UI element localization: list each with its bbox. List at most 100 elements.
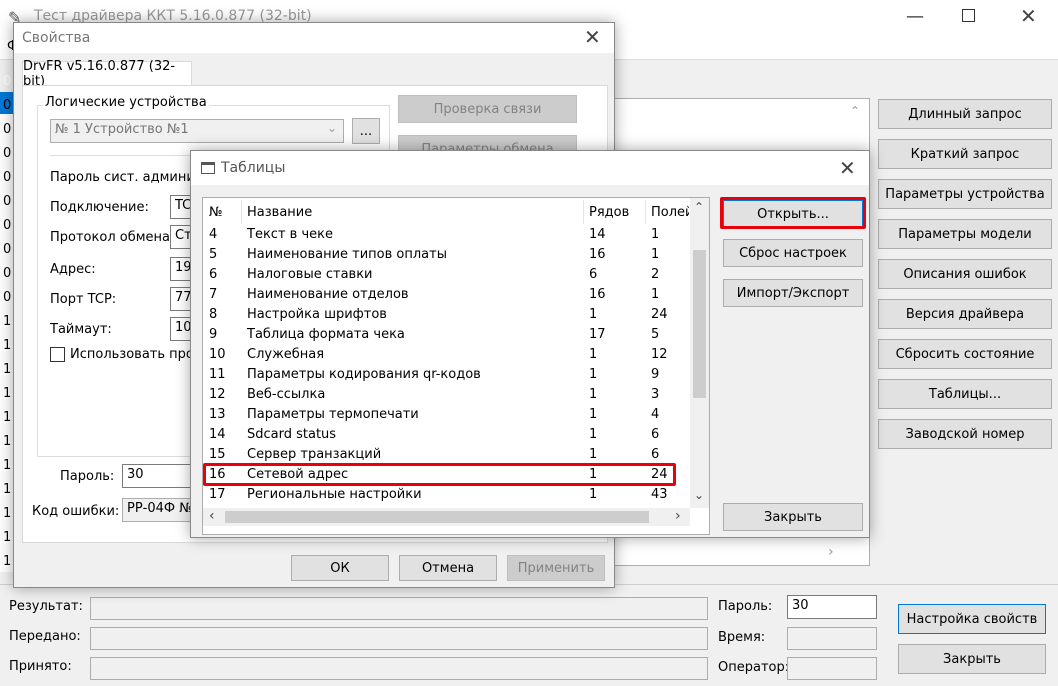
operator-field (787, 657, 877, 680)
tables-hscroll[interactable]: ‹ › (203, 508, 690, 526)
col-header-fields[interactable]: Полей (651, 205, 689, 220)
table-row[interactable]: 11 Параметры кодирования qr-кодов 1 9 (203, 365, 689, 385)
left-list[interactable] (0, 92, 14, 572)
table-row[interactable]: 13 Параметры термопечати 1 4 (203, 405, 689, 425)
left-list-item[interactable]: 0 (3, 146, 11, 161)
short-request-button[interactable]: Краткий запрос (878, 139, 1052, 169)
browse-button[interactable]: ... (352, 118, 380, 144)
left-list-item[interactable]: 0 (3, 194, 11, 209)
table-row[interactable]: 4 Текст в чеке 14 1 (203, 225, 689, 245)
tables-close-button[interactable]: Закрыть (723, 503, 863, 531)
table-row[interactable]: 9 Таблица формата чека 17 5 (203, 325, 689, 345)
left-list-item[interactable]: 1 (3, 458, 11, 473)
left-list-item[interactable]: 0 (3, 170, 11, 185)
row-name: Наименование отделов (247, 287, 409, 302)
row-fields: 6 (651, 447, 660, 462)
left-list-item[interactable]: 1 (3, 386, 11, 401)
scroll-left-icon[interactable]: ‹ (209, 508, 215, 524)
use-proxy-checkbox[interactable] (50, 347, 65, 362)
row-num: 13 (209, 407, 226, 422)
import-export-button[interactable]: Импорт/Экспорт (723, 279, 863, 307)
minimize-icon[interactable]: — (906, 6, 924, 27)
col-header-num[interactable]: № (209, 205, 223, 220)
left-list-item[interactable]: 0 (3, 98, 11, 113)
check-connection-button[interactable]: Проверка связи (398, 95, 577, 123)
left-list-item[interactable]: 0 (3, 290, 11, 305)
device-params-button[interactable]: Параметры устройства (878, 179, 1052, 209)
highlight-row-16 (203, 463, 676, 486)
main-scroll-up-icon[interactable]: ⌃ (850, 104, 860, 118)
table-row[interactable]: 6 Налоговые ставки 6 2 (203, 265, 689, 285)
table-row[interactable]: 14 Sdcard status 1 6 (203, 425, 689, 445)
col-header-name[interactable]: Название (247, 205, 312, 220)
left-list-item[interactable]: 1 (3, 482, 11, 497)
left-list-item[interactable]: 0 (3, 218, 11, 233)
vscroll-thumb[interactable] (693, 250, 706, 398)
password-input[interactable]: 30 (122, 464, 192, 488)
devices-group-label: Логические устройства (43, 95, 209, 110)
cancel-button[interactable]: Отмена (399, 555, 497, 581)
long-request-button[interactable]: Длинный запрос (878, 99, 1052, 129)
tables-title: Таблицы (221, 160, 286, 176)
bottom-password-label: Пароль: (718, 599, 773, 614)
left-list-item[interactable]: 0 (3, 266, 11, 281)
left-list-item[interactable]: 1 (3, 506, 11, 521)
row-rows: 1 (589, 407, 598, 422)
row-rows: 16 (589, 287, 606, 302)
row-fields: 1 (651, 287, 660, 302)
row-num: 9 (209, 327, 218, 342)
row-fields: 12 (651, 347, 668, 362)
left-list-item[interactable]: 1 (3, 434, 11, 449)
left-list-item[interactable]: 1 (3, 410, 11, 425)
left-list-item[interactable]: 0 (3, 74, 11, 89)
left-list-item[interactable]: 1 (3, 314, 11, 329)
serial-number-button[interactable]: Заводской номер (878, 419, 1052, 449)
tables-button[interactable]: Таблицы... (878, 379, 1052, 409)
tables-close-icon[interactable]: ✕ (839, 158, 856, 178)
table-row[interactable]: 17 Региональные настройки 1 43 (203, 485, 689, 505)
error-code-field: РР-04Ф № (122, 498, 192, 522)
reset-state-button[interactable]: Сбросить состояние (878, 339, 1052, 369)
close-icon[interactable]: ✕ (1020, 6, 1037, 26)
left-list-item[interactable]: 1 (3, 530, 11, 545)
table-row[interactable]: 8 Настройка шрифтов 1 24 (203, 305, 689, 325)
scroll-down-icon[interactable]: ⌄ (694, 488, 704, 502)
table-row[interactable]: 5 Наименование типов оплаты 16 1 (203, 245, 689, 265)
apply-button[interactable]: Применить (507, 555, 605, 581)
result-field (90, 597, 708, 620)
row-fields: 2 (651, 267, 660, 282)
table-row[interactable]: 10 Служебная 1 12 (203, 345, 689, 365)
settings-button[interactable]: Настройка свойств (898, 604, 1046, 634)
scroll-right-icon[interactable]: › (675, 508, 681, 524)
ok-button[interactable]: ОК (291, 555, 389, 581)
row-name: Sdcard status (247, 427, 337, 442)
reset-settings-button[interactable]: Сброс настроек (723, 239, 863, 267)
error-descriptions-button[interactable]: Описания ошибок (878, 259, 1052, 289)
table-row[interactable]: 12 Веб-ссылка 1 3 (203, 385, 689, 405)
device-select[interactable]: № 1 Устройство №1 (50, 119, 344, 143)
col-header-rows[interactable]: Рядов (589, 205, 629, 220)
model-params-button[interactable]: Параметры модели (878, 219, 1052, 249)
row-name: Текст в чеке (247, 227, 333, 242)
maximize-icon[interactable] (962, 9, 975, 22)
result-label: Результат: (9, 599, 83, 614)
table-row[interactable]: 7 Наименование отделов 16 1 (203, 285, 689, 305)
error-code-label: Код ошибки: (32, 504, 120, 519)
tables-vscroll[interactable]: ⌃ ⌄ (690, 198, 709, 508)
hscroll-thumb[interactable] (225, 511, 649, 523)
tab-drvfr[interactable]: DrvFR v5.16.0.877 (32-bit) (22, 59, 192, 89)
left-list-item[interactable]: 0 (3, 122, 11, 137)
scroll-up-icon[interactable]: ⌃ (694, 200, 704, 214)
bottom-password-input[interactable]: 30 (787, 595, 877, 619)
left-list-item[interactable]: 1 (3, 338, 11, 353)
left-list-item[interactable]: 1 (3, 362, 11, 377)
main-close-button[interactable]: Закрыть (898, 644, 1046, 674)
row-fields: 43 (651, 487, 668, 502)
driver-version-button[interactable]: Версия драйвера (878, 299, 1052, 329)
properties-close-icon[interactable]: ✕ (584, 27, 601, 47)
left-list-item[interactable]: 0 (3, 242, 11, 257)
row-num: 10 (209, 347, 226, 362)
main-scroll-right-icon[interactable]: › (828, 544, 834, 560)
left-list-item[interactable]: 1 (3, 554, 11, 569)
table-row[interactable]: 15 Сервер транзакций 1 6 (203, 445, 689, 465)
